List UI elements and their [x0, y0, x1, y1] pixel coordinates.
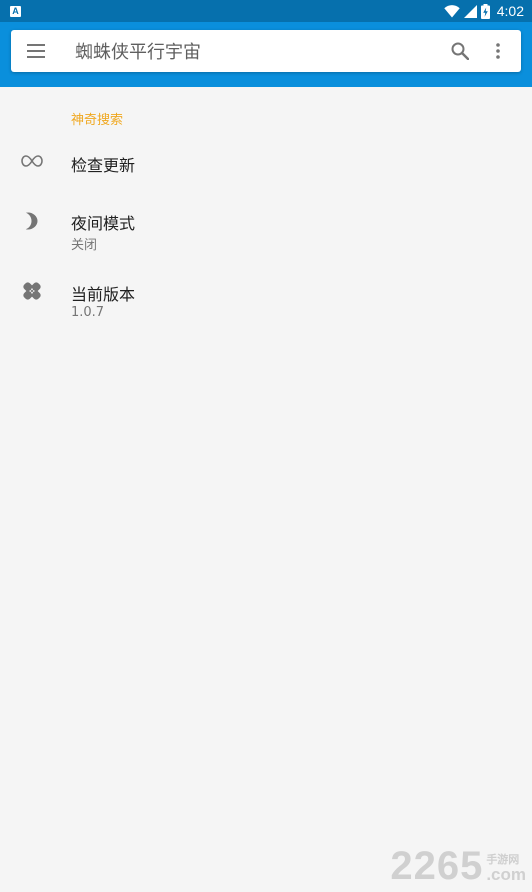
battery-charging-icon	[480, 3, 490, 19]
version-item[interactable]: 当前版本 1.0.7	[0, 268, 532, 328]
watermark-number: 2265	[390, 844, 484, 888]
hamburger-menu-icon	[27, 44, 45, 58]
infinity-icon	[18, 147, 46, 175]
watermark-domain: .com	[486, 865, 526, 884]
more-vert-icon	[496, 43, 500, 59]
status-bar: A 4:02	[0, 0, 532, 22]
night-mode-status: 关闭	[71, 238, 98, 253]
notification-icon: A	[10, 5, 21, 17]
bandage-icon	[18, 277, 46, 305]
wifi-icon	[444, 4, 460, 17]
night-mode-item[interactable]: 夜间模式 关闭	[0, 197, 532, 257]
check-update-title: 检查更新	[71, 156, 136, 175]
signal-icon	[463, 4, 477, 18]
version-number: 1.0.7	[71, 305, 105, 320]
app-header: A 4:02 蜘蛛侠平行宇宙	[0, 0, 532, 87]
night-mode-title: 夜间模式	[71, 214, 136, 233]
notification-letter: A	[12, 5, 19, 16]
watermark-logo: 2265 手游网 .com	[390, 844, 526, 888]
overflow-menu-button[interactable]	[479, 30, 517, 72]
app-title[interactable]: 蜘蛛侠平行宇宙	[61, 38, 441, 64]
check-update-item[interactable]: 检查更新	[0, 131, 532, 191]
search-icon	[451, 42, 469, 60]
moon-icon	[18, 207, 46, 235]
menu-button[interactable]	[11, 30, 61, 72]
search-button[interactable]	[441, 30, 479, 72]
version-title: 当前版本	[71, 285, 136, 304]
search-bar[interactable]: 蜘蛛侠平行宇宙	[11, 30, 521, 72]
status-time: 4:02	[496, 3, 524, 19]
section-header: 神奇搜索	[71, 113, 124, 128]
